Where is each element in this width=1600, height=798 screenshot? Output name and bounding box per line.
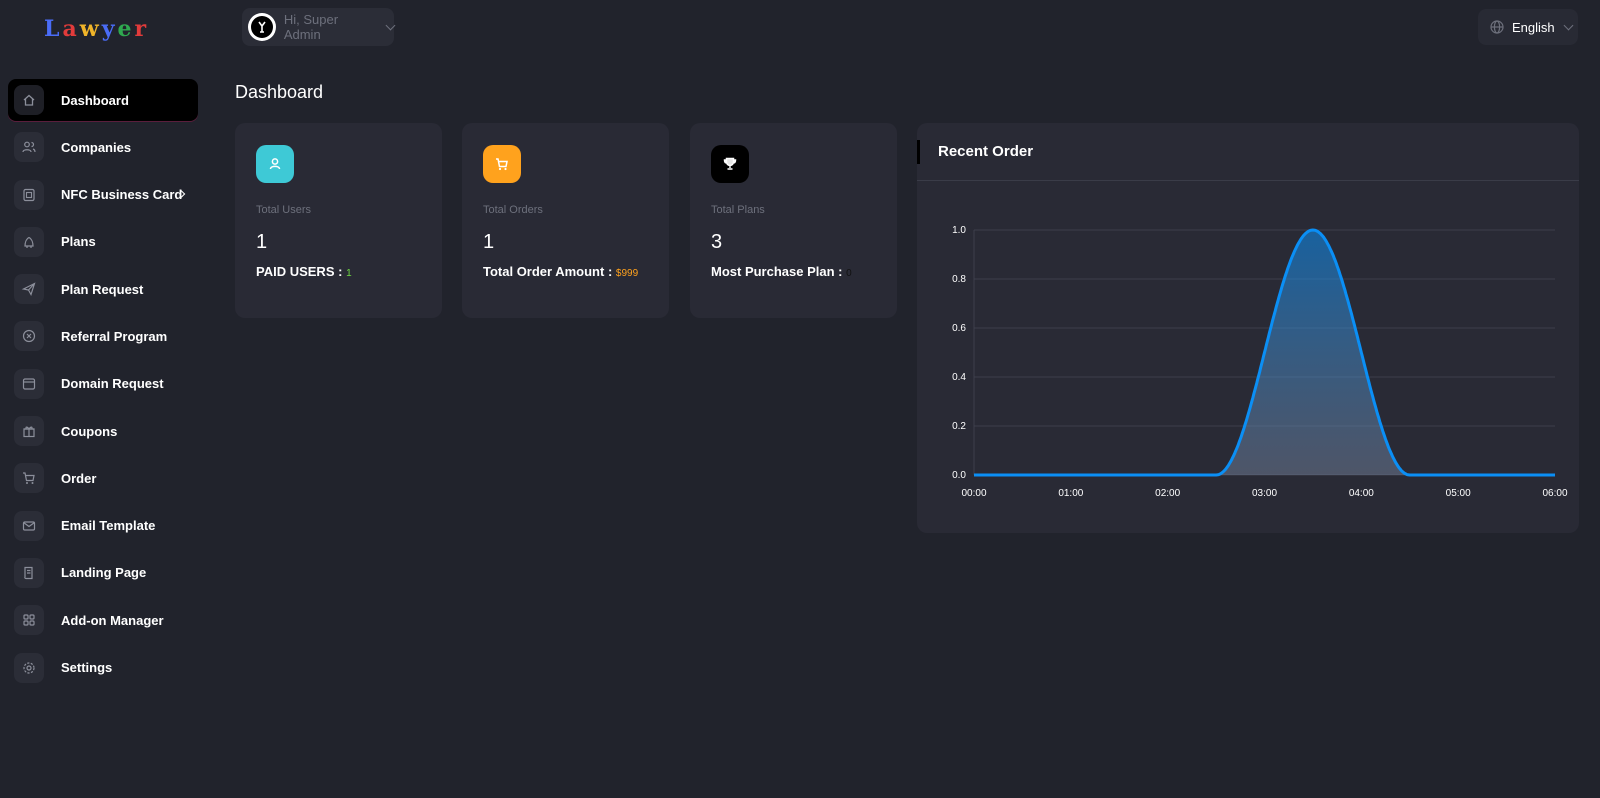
cart-icon — [14, 463, 44, 494]
stat-label: Total Orders — [483, 204, 543, 216]
stat-value: 1 — [483, 231, 495, 253]
logo-letter: L — [44, 16, 63, 42]
user-menu-button[interactable]: Hi, Super Admin — [242, 8, 396, 46]
stat-sub-label: PAID USERS : — [256, 264, 343, 279]
send-icon — [14, 274, 44, 305]
sidebar-item-domain-request[interactable]: Domain Request — [8, 363, 198, 405]
stat-value: 1 — [256, 231, 268, 253]
sidebar-item-referral-program[interactable]: Referral Program — [8, 315, 198, 357]
language-label: English — [1512, 19, 1555, 35]
sidebar-item-label: Companies — [61, 139, 132, 155]
recent-order-card: Recent Order 0.0 0.2 0.4 0.6 0.8 1.0 00:00 01:0… — [917, 123, 1579, 533]
chevron-down-icon — [1563, 20, 1574, 30]
stat-sub: PAID USERS : 1 — [256, 264, 352, 279]
stat-sub: Most Purchase Plan : 0 — [711, 264, 852, 279]
x-tick-label: 02:00 — [1155, 488, 1180, 499]
sidebar-item-label: Order — [61, 470, 97, 486]
logo-letter: y — [101, 16, 118, 42]
home-icon — [14, 85, 44, 115]
total-users-card — [235, 123, 442, 318]
y-tick-label: 0.0 — [952, 470, 966, 481]
sidebar-item-label: Plans — [61, 234, 96, 250]
sidebar-item-nfc-business-card[interactable]: NFC Business Card — [8, 174, 198, 216]
logo-letter: r — [134, 16, 150, 42]
sidebar-item-label: Dashboard — [61, 92, 129, 108]
chart-title: Recent Order — [938, 143, 1034, 160]
sidebar-item-label: Coupons — [61, 423, 118, 439]
page-title: Dashboard — [235, 82, 324, 102]
award-icon — [14, 226, 44, 257]
sidebar-item-label: Referral Program — [61, 328, 168, 344]
users-icon — [14, 132, 44, 163]
referral-icon — [14, 321, 44, 352]
y-tick-label: 1.0 — [952, 225, 966, 236]
sidebar-item-coupons[interactable]: Coupons — [8, 410, 198, 452]
user-icon — [256, 145, 294, 183]
logo-letter: e — [117, 16, 135, 42]
cart-icon — [483, 145, 521, 183]
app-logo[interactable]: Lawyer — [44, 16, 149, 42]
avatar — [248, 13, 276, 41]
total-orders-card — [462, 123, 669, 318]
sidebar-item-email-template[interactable]: Email Template — [8, 505, 198, 547]
sidebar-item-dashboard[interactable]: Dashboard — [8, 79, 198, 121]
trophy-icon — [711, 145, 749, 183]
stat-sub-label: Total Order Amount : — [483, 264, 613, 279]
mail-icon — [14, 510, 44, 541]
x-tick-label: 00:00 — [961, 488, 986, 499]
chart-header: Recent Order — [917, 123, 1579, 181]
y-tick-label: 0.4 — [952, 372, 966, 383]
sidebar-item-add-on-manager[interactable]: Add-on Manager — [8, 599, 198, 641]
stat-label: Total Plans — [711, 204, 765, 216]
sidebar-item-label: Email Template — [61, 518, 156, 534]
recent-order-chart: 0.0 0.2 0.4 0.6 0.8 1.0 00:00 01:00 02:00 03:00 04… — [952, 225, 1568, 499]
stat-sub-label: Most Purchase Plan : — [711, 264, 843, 279]
x-tick-label: 03:00 — [1252, 488, 1277, 499]
chevron-down-icon — [385, 20, 396, 30]
browser-icon — [14, 368, 44, 399]
card-icon — [14, 179, 44, 210]
sidebar-item-label: Plan Request — [61, 281, 144, 297]
x-tick-label: 04:00 — [1349, 488, 1374, 499]
y-tick-label: 0.6 — [952, 323, 966, 334]
x-tick-label: 06:00 — [1542, 488, 1567, 499]
stat-label: Total Users — [256, 204, 312, 216]
total-plans-card — [690, 123, 897, 318]
x-tick-label: 05:00 — [1446, 488, 1471, 499]
user-greeting: Hi, Super Admin — [283, 12, 339, 42]
sidebar-item-label: Domain Request — [61, 376, 164, 392]
globe-icon — [1490, 20, 1504, 34]
stat-sub: Total Order Amount : $999 — [483, 264, 638, 279]
logo-letter: w — [79, 16, 102, 42]
apps-icon — [14, 605, 44, 636]
stat-sub-value: $999 — [615, 268, 639, 279]
x-tick-label: 01:00 — [1058, 488, 1083, 499]
sidebar-item-landing-page[interactable]: Landing Page — [8, 552, 198, 594]
stat-value: 3 — [711, 231, 723, 253]
gear-icon — [14, 652, 44, 683]
sidebar-item-companies[interactable]: Companies — [8, 126, 198, 168]
sidebar-item-label: Add-on Manager — [61, 612, 164, 628]
lawyer-logo-icon — [258, 21, 266, 33]
sidebar-item-plan-request[interactable]: Plan Request — [8, 268, 198, 310]
sidebar: Dashboard Companies NFC Business Card Plans… — [8, 79, 198, 694]
sidebar-item-settings[interactable]: Settings — [8, 647, 198, 689]
sidebar-item-label: Settings — [61, 660, 113, 676]
sidebar-item-plans[interactable]: Plans — [8, 221, 198, 263]
gift-icon — [14, 416, 44, 447]
stat-sub-value: 0 — [846, 268, 852, 279]
sidebar-item-order[interactable]: Order — [8, 457, 198, 499]
language-selector[interactable]: English — [1478, 9, 1578, 45]
sidebar-item-label: Landing Page — [61, 565, 147, 581]
y-tick-label: 0.2 — [952, 421, 966, 432]
logo-letter: a — [62, 16, 80, 42]
page-icon — [14, 557, 44, 588]
sidebar-item-label: NFC Business Card — [61, 187, 183, 203]
y-tick-label: 0.8 — [952, 274, 966, 285]
stat-sub-value: 1 — [346, 268, 352, 279]
